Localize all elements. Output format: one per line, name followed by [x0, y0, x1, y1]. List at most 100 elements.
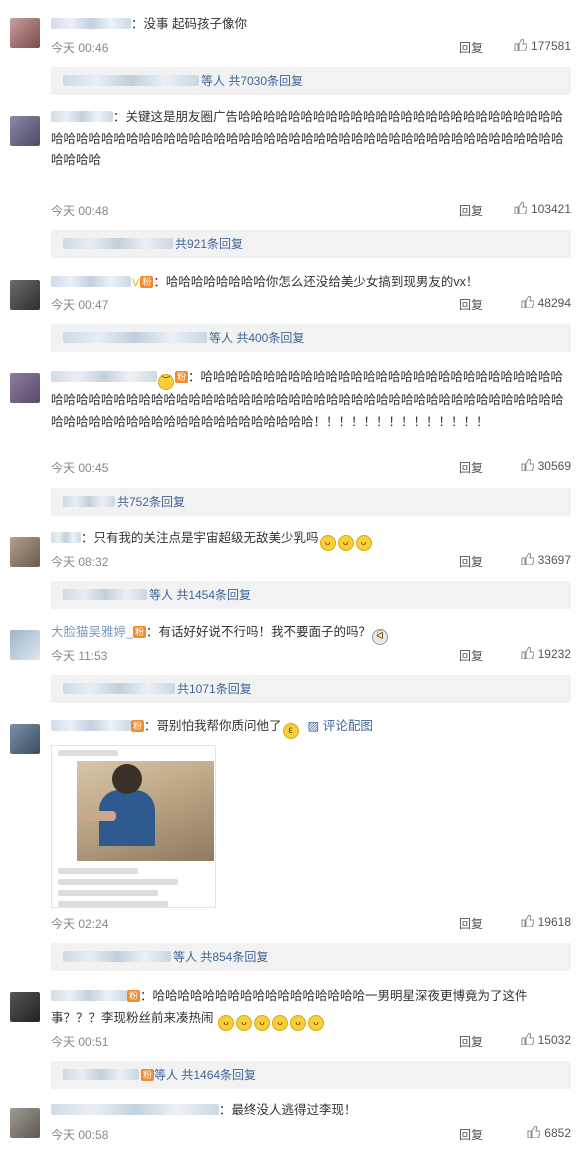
blurred-username[interactable] — [51, 276, 131, 287]
reply-button[interactable]: 回复 — [459, 647, 483, 664]
blurred-usernames — [63, 683, 175, 694]
avatar[interactable] — [10, 18, 40, 48]
reply-button[interactable]: 回复 — [459, 553, 483, 570]
comment-body: ︶ 粉：哈哈哈哈哈哈哈哈哈哈哈哈哈哈哈哈哈哈哈哈哈哈哈哈哈哈哈哈哈哈哈哈哈哈哈哈哈… — [51, 370, 564, 429]
comment-time: 今天 02:24 — [51, 917, 109, 931]
vip-badge-icon: V — [132, 277, 140, 289]
comment-time: 今天 00:58 — [51, 1128, 109, 1142]
thumb-up-icon — [521, 459, 534, 471]
blurred-usernames — [63, 75, 199, 86]
like-button[interactable]: 48294 — [521, 296, 571, 310]
picture-figure-hand — [82, 811, 116, 821]
more-replies-text: 共921条回复 — [175, 237, 244, 251]
avatar[interactable] — [10, 1108, 40, 1138]
reply-button[interactable]: 回复 — [459, 915, 483, 932]
comment-text: 最终没人逃得过李现！ — [231, 1103, 357, 1117]
fan-badge-icon: 粉 — [131, 720, 145, 732]
blurred-username[interactable] — [51, 1104, 219, 1115]
comment-text: 关键这是朋友圈广告哈哈哈哈哈哈哈哈哈哈哈哈哈哈哈哈哈哈哈哈哈哈哈哈哈哈哈哈哈哈哈… — [51, 110, 564, 167]
reply-button[interactable]: 回复 — [459, 296, 483, 313]
picture-icon: ▨ — [307, 719, 323, 733]
comment-body: 粉：哥别怕我帮你质问他了 ε ▨ 评论配图 — [51, 716, 571, 739]
thumb-up-icon — [514, 39, 527, 51]
emoji-icon: ᴗ — [290, 1014, 306, 1031]
blurred-username[interactable] — [51, 720, 131, 731]
comment-body: 粉：哈哈哈哈哈哈哈哈哈哈哈哈哈哈哈哈哈一男明星深夜更博竟为了这件事？？？李现粉丝… — [51, 986, 571, 1031]
thumb-up-icon — [514, 202, 527, 214]
comment-text: 有话好好说不行吗！我不要面子的吗？ — [158, 625, 371, 639]
emoji-icon: ᴗ — [355, 535, 372, 551]
blurred-username[interactable] — [51, 990, 127, 1001]
more-replies-bar[interactable]: 共1071条回复 — [51, 675, 571, 703]
emoji-icon: ε — [282, 723, 299, 739]
blurred-username[interactable] — [51, 532, 81, 543]
like-count: 103421 — [530, 202, 571, 216]
blurred-usernames — [63, 332, 207, 343]
like-button[interactable]: 19232 — [521, 647, 571, 661]
fan-badge-icon: 粉 — [140, 276, 154, 288]
more-replies-bar[interactable]: 共752条回复 — [51, 488, 571, 516]
avatar[interactable] — [10, 630, 40, 660]
blurred-usernames — [63, 1069, 139, 1080]
picture-text-line — [58, 879, 178, 885]
thumb-up-icon — [521, 915, 534, 927]
comment-picture-link[interactable]: ▨ 评论配图 — [308, 719, 373, 733]
comment-meta: 今天 11:53 回复 19232 — [51, 647, 571, 665]
blurred-usernames — [63, 589, 147, 600]
blurred-username[interactable] — [51, 111, 113, 122]
more-replies-bar[interactable]: 共921条回复 — [51, 230, 571, 258]
like-button[interactable]: 103421 — [514, 202, 571, 216]
avatar[interactable] — [10, 373, 40, 403]
fan-badge-icon: 粉 — [141, 1069, 155, 1081]
more-replies-bar[interactable]: 粉等人 共1464条回复 — [51, 1061, 571, 1089]
more-replies-text: 等人 共7030条回复 — [201, 74, 304, 88]
more-replies-text: 共1071条回复 — [177, 682, 252, 696]
comment-meta: 今天 00:48 回复 103421 — [51, 202, 571, 220]
comment-meta: 今天 00:51 回复 15032 — [51, 1033, 571, 1051]
reply-button[interactable]: 回复 — [459, 459, 483, 476]
more-replies-bar[interactable]: 等人 共400条回复 — [51, 324, 571, 352]
more-replies-text: 等人 共854条回复 — [173, 950, 269, 964]
comment-body: V 粉：哈哈哈哈哈哈哈哈你怎么还没给美少女搞到现男友的vx！ — [51, 272, 571, 295]
comment-text: 没事 起码孩子像你 — [143, 17, 247, 31]
comment-body: ：只有我的关注点是宇宙超级无敌美少乳吗 ᴗ ᴗ ᴗ — [51, 528, 571, 551]
more-replies-bar[interactable]: 等人 共854条回复 — [51, 943, 571, 971]
avatar[interactable] — [10, 992, 40, 1022]
reply-button[interactable]: 回复 — [459, 39, 483, 56]
emoji-icon: ᴗ — [218, 1014, 234, 1031]
blurred-username[interactable] — [51, 371, 157, 382]
comment-text: 只有我的关注点是宇宙超级无敌美少乳吗 — [93, 531, 319, 545]
reply-button[interactable]: 回复 — [459, 1126, 483, 1143]
picture-text-line — [58, 890, 158, 896]
blurred-usernames — [63, 951, 171, 962]
like-count: 48294 — [537, 296, 571, 310]
like-count: 30569 — [537, 459, 571, 473]
like-count: 19618 — [537, 915, 571, 929]
like-button[interactable]: 30569 — [521, 459, 571, 473]
like-button[interactable]: 177581 — [514, 39, 571, 53]
like-button[interactable]: 19618 — [521, 915, 571, 929]
avatar[interactable] — [10, 724, 40, 754]
like-button[interactable]: 15032 — [521, 1033, 571, 1047]
more-replies-bar[interactable]: 等人 共1454条回复 — [51, 581, 571, 609]
more-replies-text: 等人 共1454条回复 — [149, 588, 252, 602]
thumb-up-icon — [521, 553, 534, 565]
avatar[interactable] — [10, 537, 40, 567]
like-button[interactable]: 6852 — [527, 1126, 571, 1140]
avatar[interactable] — [10, 116, 40, 146]
avatar[interactable] — [10, 280, 40, 310]
fan-badge-icon: 粉 — [175, 371, 189, 383]
reply-button[interactable]: 回复 — [459, 1033, 483, 1050]
comment-username[interactable]: 大脸猫吴雅婷_ — [51, 625, 133, 639]
comment-time: 今天 00:51 — [51, 1035, 109, 1049]
thumb-up-icon — [521, 1033, 534, 1045]
comment-time: 今天 00:46 — [51, 41, 109, 55]
comment-body: ：关键这是朋友圈广告哈哈哈哈哈哈哈哈哈哈哈哈哈哈哈哈哈哈哈哈哈哈哈哈哈哈哈哈哈哈… — [51, 110, 564, 167]
fan-badge-icon: 粉 — [127, 990, 141, 1002]
blurred-username[interactable] — [51, 18, 131, 29]
thumb-up-icon — [527, 1126, 541, 1138]
more-replies-bar[interactable]: 等人 共7030条回复 — [51, 67, 571, 95]
like-button[interactable]: 33697 — [521, 553, 571, 567]
comment-picture[interactable] — [51, 745, 216, 908]
reply-button[interactable]: 回复 — [459, 202, 483, 219]
